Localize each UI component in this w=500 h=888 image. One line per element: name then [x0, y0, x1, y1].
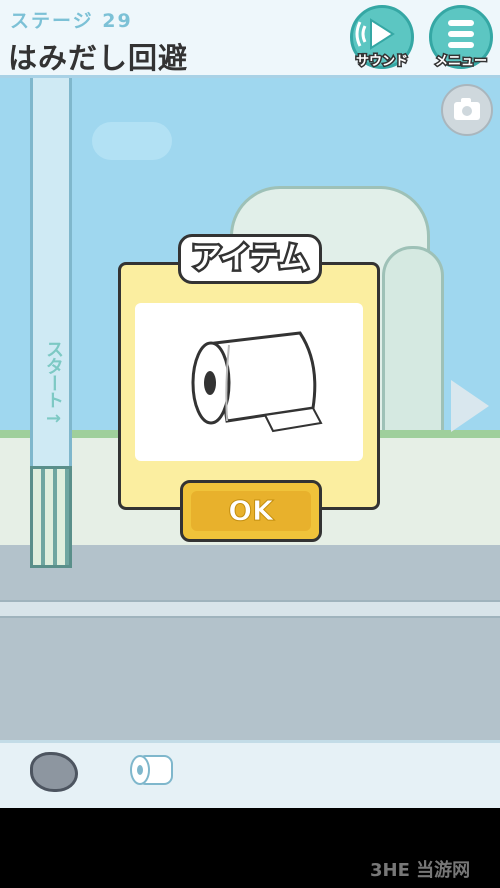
game-screen: ステージ 29 はみだし回避 サウンド メニュー スタート→ アイテム OK [0, 0, 500, 808]
watermark-logo: 3HE 当游网 [370, 860, 471, 881]
ok-button[interactable]: OK [180, 480, 322, 542]
start-sign: スタート→ [43, 340, 64, 428]
ok-button-label: OK [191, 491, 311, 531]
next-arrow-button[interactable] [451, 380, 489, 432]
cloud [92, 122, 172, 160]
start-pole-base [30, 466, 72, 568]
menu-button[interactable]: メニュー [429, 5, 493, 71]
menu-button-label: メニュー [433, 53, 488, 71]
item-display-panel [135, 303, 363, 461]
toilet-paper-roll-icon [191, 331, 323, 433]
sound-button-label: サウンド [354, 53, 409, 71]
portable-toilet-door[interactable] [382, 246, 444, 436]
road [0, 545, 500, 740]
toilet-paper-roll-icon[interactable] [126, 750, 180, 792]
camera-icon [454, 98, 480, 120]
rock-icon[interactable] [30, 752, 78, 792]
header-bar: ステージ 29 はみだし回避 [0, 0, 500, 78]
stage-label: ステージ 29 [10, 10, 133, 32]
sound-button[interactable]: サウンド [350, 5, 414, 71]
dialog-title: アイテム [178, 234, 322, 284]
item-dialog [118, 262, 380, 510]
stage-title: はみだし回避 [8, 41, 189, 75]
curb-line [0, 600, 500, 618]
camera-button[interactable] [441, 84, 493, 136]
